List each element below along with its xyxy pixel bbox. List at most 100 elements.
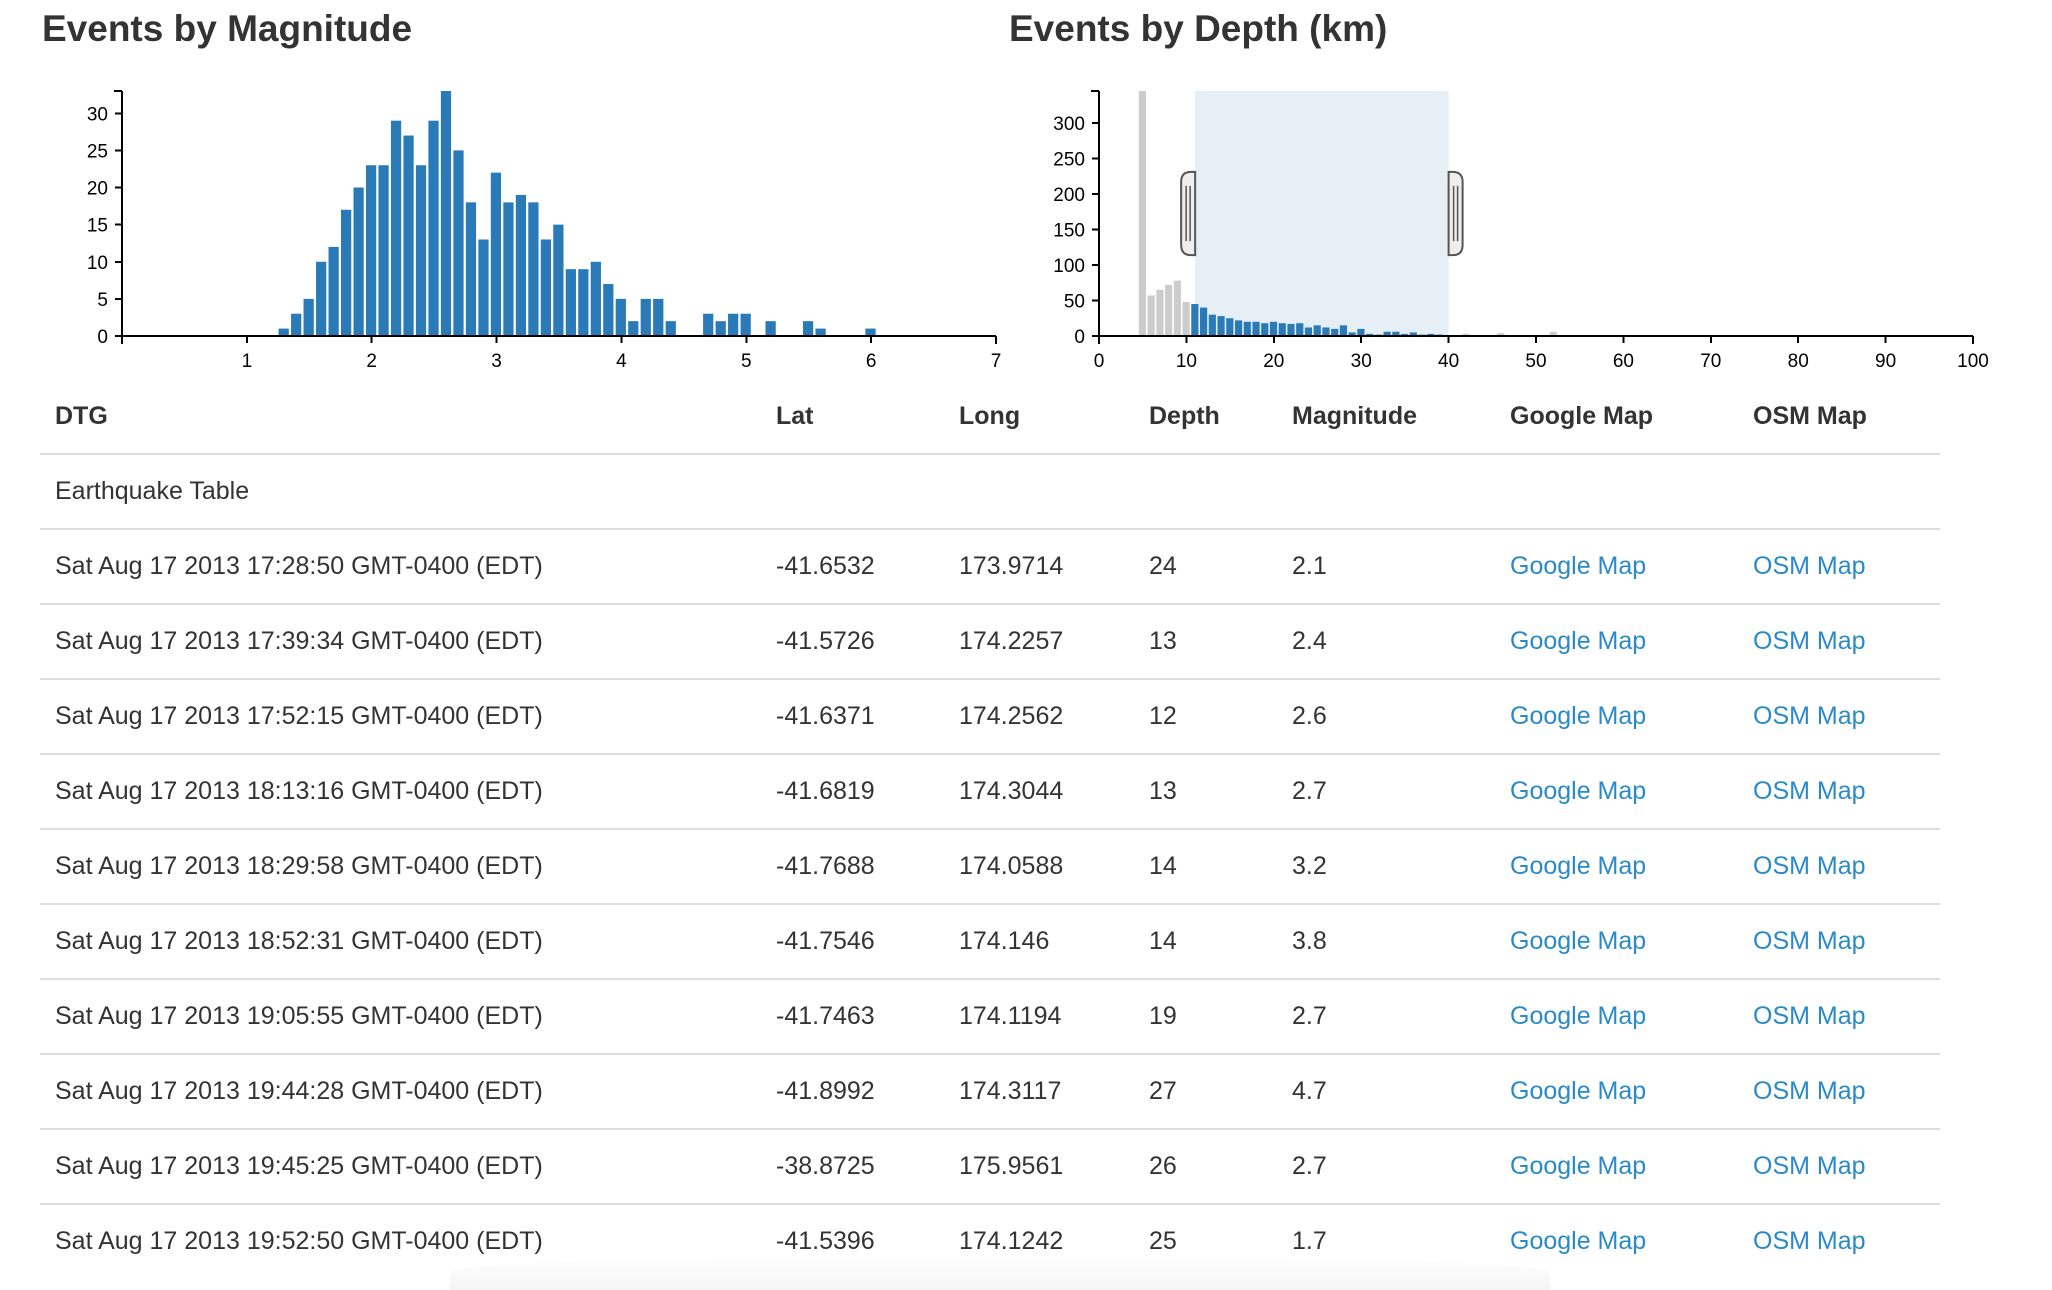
histogram-bar — [403, 135, 414, 336]
cell-dtg: Sat Aug 17 2013 19:44:28 GMT-0400 (EDT) — [40, 1054, 761, 1130]
histogram-bar — [316, 261, 327, 336]
cell-long: 173.9714 — [944, 529, 1134, 605]
histogram-bar — [478, 239, 489, 336]
google-map-link[interactable]: Google Map — [1510, 1227, 1646, 1255]
column-header-dtg[interactable]: DTG — [40, 380, 761, 455]
google-map-link[interactable]: Google Map — [1510, 927, 1646, 955]
y-tick-label: 20 — [87, 179, 108, 200]
cell-depth: 13 — [1134, 754, 1277, 830]
bottom-shadow — [450, 1255, 1550, 1290]
histogram-bar — [1261, 323, 1269, 336]
y-tick-label: 150 — [1053, 220, 1085, 241]
cell-lat: -41.7546 — [761, 904, 944, 980]
google-map-cell: Google Map — [1495, 904, 1738, 980]
cell-lat: -41.7463 — [761, 979, 944, 1055]
column-header-lat[interactable]: Lat — [761, 380, 944, 455]
osm-map-link[interactable]: OSM Map — [1753, 1077, 1866, 1105]
google-map-cell: Google Map — [1495, 1054, 1738, 1130]
histogram-bar — [453, 150, 464, 336]
google-map-cell: Google Map — [1495, 1129, 1738, 1205]
histogram-bar — [1138, 91, 1146, 336]
histogram-bar — [490, 172, 502, 336]
histogram-bar — [390, 120, 402, 337]
column-header-depth[interactable]: Depth — [1134, 380, 1277, 455]
google-map-link[interactable]: Google Map — [1510, 1077, 1646, 1105]
google-map-link[interactable]: Google Map — [1510, 552, 1646, 580]
osm-map-link[interactable]: OSM Map — [1753, 1152, 1866, 1180]
google-map-link[interactable]: Google Map — [1510, 627, 1646, 655]
google-map-link[interactable]: Google Map — [1510, 1002, 1646, 1030]
histogram-bar — [1217, 316, 1225, 336]
x-tick-label: 30 — [1351, 351, 1372, 372]
table-row: Sat Aug 17 2013 18:52:31 GMT-0400 (EDT) -… — [40, 904, 1940, 980]
histogram-bar — [640, 298, 651, 336]
table-header-row: DTG Lat Long Depth Magnitude Google Map … — [40, 380, 1940, 455]
table-group-row: Earthquake Table — [40, 454, 1940, 530]
osm-map-link[interactable]: OSM Map — [1753, 627, 1866, 655]
table-row: Sat Aug 17 2013 19:05:55 GMT-0400 (EDT) -… — [40, 979, 1940, 1055]
column-header-magnitude[interactable]: Magnitude — [1277, 380, 1495, 455]
histogram-bar — [565, 269, 576, 336]
osm-map-cell: OSM Map — [1738, 1129, 1940, 1205]
x-tick-label: 6 — [866, 351, 877, 372]
cell-long: 174.2562 — [944, 679, 1134, 755]
table-group-label: Earthquake Table — [40, 454, 1940, 530]
cell-depth: 14 — [1134, 904, 1277, 980]
cell-long: 174.3117 — [944, 1054, 1134, 1130]
histogram-bar — [428, 120, 439, 337]
google-map-link[interactable]: Google Map — [1510, 702, 1646, 730]
histogram-bar — [590, 261, 601, 336]
google-map-cell: Google Map — [1495, 979, 1738, 1055]
y-tick-label: 10 — [87, 253, 108, 274]
google-map-cell: Google Map — [1495, 529, 1738, 605]
osm-map-link[interactable]: OSM Map — [1753, 1002, 1866, 1030]
brush-selection — [1195, 91, 1449, 336]
osm-map-link[interactable]: OSM Map — [1753, 552, 1866, 580]
google-map-cell: Google Map — [1495, 604, 1738, 680]
histogram-bar — [715, 321, 726, 336]
histogram-bar — [1243, 321, 1251, 336]
osm-map-cell: OSM Map — [1738, 829, 1940, 905]
magnitude-histogram[interactable]: 1 2 3 4 5 6 7051015202530 — [0, 0, 1001, 380]
table-row: Sat Aug 17 2013 17:39:34 GMT-0400 (EDT) -… — [40, 604, 1940, 680]
cell-depth: 24 — [1134, 529, 1277, 605]
depth-histogram[interactable]: 0 10 20 30 40 50 60 70 80 90 100 0 50 100 150 200 250 300 — [1000, 0, 2052, 380]
histogram-bar — [1208, 314, 1216, 336]
osm-map-link[interactable]: OSM Map — [1753, 702, 1866, 730]
histogram-bar — [765, 321, 776, 336]
cell-dtg: Sat Aug 17 2013 19:45:25 GMT-0400 (EDT) — [40, 1129, 761, 1205]
column-header-osm-map[interactable]: OSM Map — [1738, 380, 1940, 455]
y-tick-label: 5 — [97, 290, 108, 311]
y-tick-label: 250 — [1053, 149, 1085, 170]
google-map-link[interactable]: Google Map — [1510, 777, 1646, 805]
cell-depth: 26 — [1134, 1129, 1277, 1205]
histogram-bar — [528, 202, 539, 336]
column-header-google-map[interactable]: Google Map — [1495, 380, 1738, 455]
column-header-long[interactable]: Long — [944, 380, 1134, 455]
osm-map-link[interactable]: OSM Map — [1753, 777, 1866, 805]
histogram-bar — [328, 246, 339, 336]
cell-dtg: Sat Aug 17 2013 18:13:16 GMT-0400 (EDT) — [40, 754, 761, 830]
cell-magnitude: 2.7 — [1277, 754, 1495, 830]
histogram-bar — [440, 91, 452, 336]
histogram-bar — [540, 239, 552, 336]
x-tick-label: 60 — [1613, 351, 1634, 372]
osm-map-cell: OSM Map — [1738, 754, 1940, 830]
x-tick-label: 100 — [1957, 351, 1989, 372]
y-tick-label: 30 — [87, 104, 108, 125]
osm-map-link[interactable]: OSM Map — [1753, 852, 1866, 880]
cell-magnitude: 3.2 — [1277, 829, 1495, 905]
histogram-bar — [728, 313, 739, 336]
x-tick-label: 80 — [1788, 351, 1809, 372]
y-tick-label: 100 — [1053, 256, 1085, 277]
osm-map-link[interactable]: OSM Map — [1753, 927, 1866, 955]
cell-lat: -41.6819 — [761, 754, 944, 830]
histogram-bar — [1269, 321, 1278, 336]
brush-handle-left[interactable] — [1180, 170, 1197, 257]
table-row: Sat Aug 17 2013 17:28:50 GMT-0400 (EDT) -… — [40, 529, 1940, 605]
osm-map-link[interactable]: OSM Map — [1753, 1227, 1866, 1255]
brush-handle-right[interactable] — [1447, 170, 1464, 257]
google-map-link[interactable]: Google Map — [1510, 1152, 1646, 1180]
google-map-link[interactable]: Google Map — [1510, 852, 1646, 880]
cell-dtg: Sat Aug 17 2013 18:52:31 GMT-0400 (EDT) — [40, 904, 761, 980]
